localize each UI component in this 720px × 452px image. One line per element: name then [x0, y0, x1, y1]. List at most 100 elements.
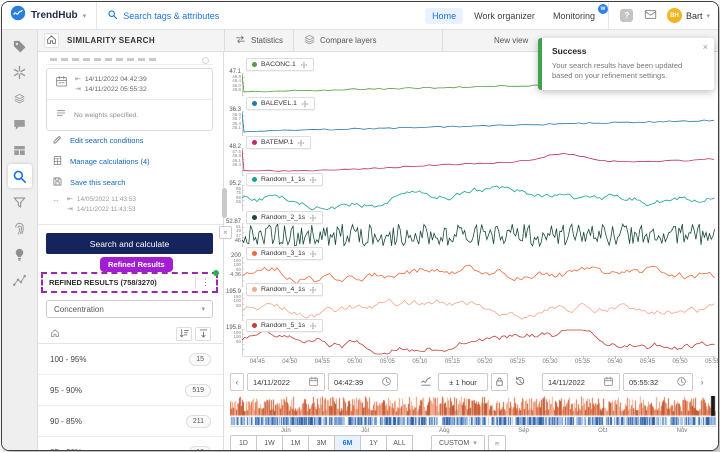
close-icon[interactable]: × [703, 42, 708, 52]
zoom-3m-button[interactable]: 3M [308, 435, 335, 451]
range-icon: ↔ [52, 195, 60, 204]
move-icon[interactable] [309, 209, 317, 227]
series-plot[interactable] [242, 223, 716, 247]
rail-scatter-icon[interactable] [8, 268, 32, 292]
rail-fingerprint-icon[interactable] [8, 216, 32, 240]
start-time-field[interactable]: 04:42:39 [328, 373, 398, 391]
nav-home[interactable]: Home [425, 8, 463, 24]
history-button[interactable] [511, 373, 529, 391]
panel-scrollbar[interactable] [222, 188, 227, 218]
zoom-1m-button[interactable]: 1M [282, 435, 309, 451]
brand-chevron-icon[interactable]: ▾ [83, 12, 87, 20]
zoom-1d-button[interactable]: 1D [230, 435, 257, 451]
kebab-menu-icon[interactable]: ⋮ [201, 277, 210, 288]
rail-comment-icon[interactable] [8, 112, 32, 136]
search-icon [107, 9, 118, 22]
mail-button[interactable] [643, 8, 659, 24]
close-panel-button[interactable]: × [219, 226, 232, 239]
move-icon[interactable] [309, 245, 317, 263]
axis-tick-label: 05:20 [473, 359, 497, 365]
tab-new-view[interactable]: New view [484, 36, 538, 45]
tab-compare-layers[interactable]: Compare layers [294, 30, 386, 52]
nav-work-organizer[interactable]: Work organizer [467, 8, 542, 24]
window-size-field[interactable]: ± 1 hour [438, 373, 488, 391]
series-chip[interactable]: Random_5_1s [246, 319, 323, 332]
refined-results-header[interactable]: REFINED RESULTS (758/3270) ⋮ [41, 272, 218, 293]
rail-filter-icon[interactable] [8, 190, 32, 214]
home-button[interactable] [44, 33, 59, 48]
custom-range-button[interactable]: CUSTOM▾ [431, 435, 485, 451]
y-axis-labels: 47.146.846.446.045.6 [224, 69, 241, 93]
result-bucket-row[interactable]: 90 - 85%211 [38, 406, 223, 437]
scrolled-row[interactable] [46, 54, 213, 65]
statistics-icon [235, 34, 246, 47]
user-menu[interactable]: BH Bart ▾ [667, 8, 710, 23]
user-chevron-icon: ▾ [706, 12, 710, 20]
series-chip[interactable]: Random_4_1s [246, 283, 323, 296]
zoom-all-button[interactable]: ALL [386, 435, 413, 451]
zoom-6m-button[interactable]: 6M [334, 435, 361, 451]
manage-calculations-link[interactable]: Manage calculations (4) [52, 155, 150, 168]
move-icon[interactable] [309, 317, 317, 335]
chevron-down-icon: ▾ [473, 439, 477, 447]
collapse-button[interactable] [195, 327, 211, 341]
search-and-calculate-button[interactable]: Search and calculate [46, 233, 213, 254]
time-toolbar: ‹ 14/11/2022 04:42:39 ± 1 hour 14/11/202… [224, 370, 718, 394]
axis-tick-label: 05:30 [538, 359, 562, 365]
rail-dashboard-icon[interactable] [8, 138, 32, 162]
lock-button[interactable] [491, 373, 508, 391]
axis-tick-label: 05:50 [668, 359, 692, 365]
series-plot[interactable] [242, 111, 716, 136]
y-axis-labels: 200150100504.36 [224, 253, 241, 278]
save-search-link[interactable]: Save this search [52, 176, 125, 189]
bucket-label: 90 - 85% [50, 417, 186, 426]
start-bound-icon: ⇤ [75, 75, 81, 83]
series-plot[interactable] [242, 185, 716, 211]
end-time-field[interactable]: 05:55:32 [623, 373, 693, 391]
bucket-label: 95 - 90% [50, 386, 185, 395]
concentration-select[interactable]: Concentration ▾ [46, 300, 213, 318]
zoom-1y-button[interactable]: 1Y [360, 435, 387, 451]
nav-monitoring[interactable]: Monitoringw [546, 8, 602, 24]
end-date-field[interactable]: 14/11/2022 [542, 373, 620, 391]
custom-calendar-button[interactable] [488, 435, 506, 451]
move-icon[interactable] [309, 171, 317, 189]
series-chip[interactable]: BACONC.1 [246, 58, 314, 71]
step-forward-button[interactable]: › [696, 373, 708, 391]
move-icon[interactable] [300, 56, 308, 74]
rail-formula-icon[interactable] [8, 60, 32, 84]
zoom-1w-button[interactable]: 1W [256, 435, 283, 451]
panel-header: SIMILARITY SEARCH [38, 33, 224, 48]
minimap-canvas[interactable] [230, 396, 716, 425]
series-chip[interactable]: BATEMP.1 [246, 136, 311, 149]
series-chip[interactable]: BALEVEL.1 [246, 97, 315, 110]
rail-layers-icon[interactable] [8, 86, 32, 110]
move-icon[interactable] [297, 134, 305, 152]
series-chip[interactable]: Random_3_1s [246, 247, 323, 260]
status-dot [213, 270, 219, 276]
global-search[interactable]: Search tags & attributes [107, 9, 219, 22]
rail-tag-icon[interactable] [8, 34, 32, 58]
app-brand[interactable]: TrendHub ▾ [10, 5, 86, 26]
series-chip[interactable]: Random_2_1s [246, 211, 323, 224]
edit-search-conditions-link[interactable]: Edit search conditions [52, 134, 143, 147]
move-icon[interactable] [301, 95, 309, 113]
minimap-axis: JunJulAugSepOctNov [230, 426, 716, 434]
start-date-field[interactable]: 14/11/2022 [247, 373, 325, 391]
move-icon[interactable] [309, 281, 317, 299]
rail-bulb-icon[interactable] [8, 242, 32, 266]
help-button[interactable]: ? [619, 8, 635, 24]
tab-statistics[interactable]: Statistics [225, 30, 293, 52]
axis-tick-label: 04:55 [310, 359, 334, 365]
step-back-button[interactable]: ‹ [230, 373, 244, 391]
trend-compare-button[interactable] [417, 373, 435, 391]
result-bucket-row[interactable]: 100 - 95%15 [38, 344, 223, 375]
result-bucket-row[interactable]: 85 - 80%13 [38, 437, 223, 450]
axis-tick-label: 05:40 [603, 359, 627, 365]
bucket-label: 100 - 95% [50, 355, 189, 364]
y-axis-labels: 36.336.035.735.435.1 [224, 107, 241, 131]
series-chip[interactable]: Random_1_1s [246, 173, 323, 186]
sort-button[interactable] [176, 327, 192, 341]
rail-search-icon[interactable] [8, 164, 32, 188]
result-bucket-row[interactable]: 95 - 90%519 [38, 375, 223, 406]
